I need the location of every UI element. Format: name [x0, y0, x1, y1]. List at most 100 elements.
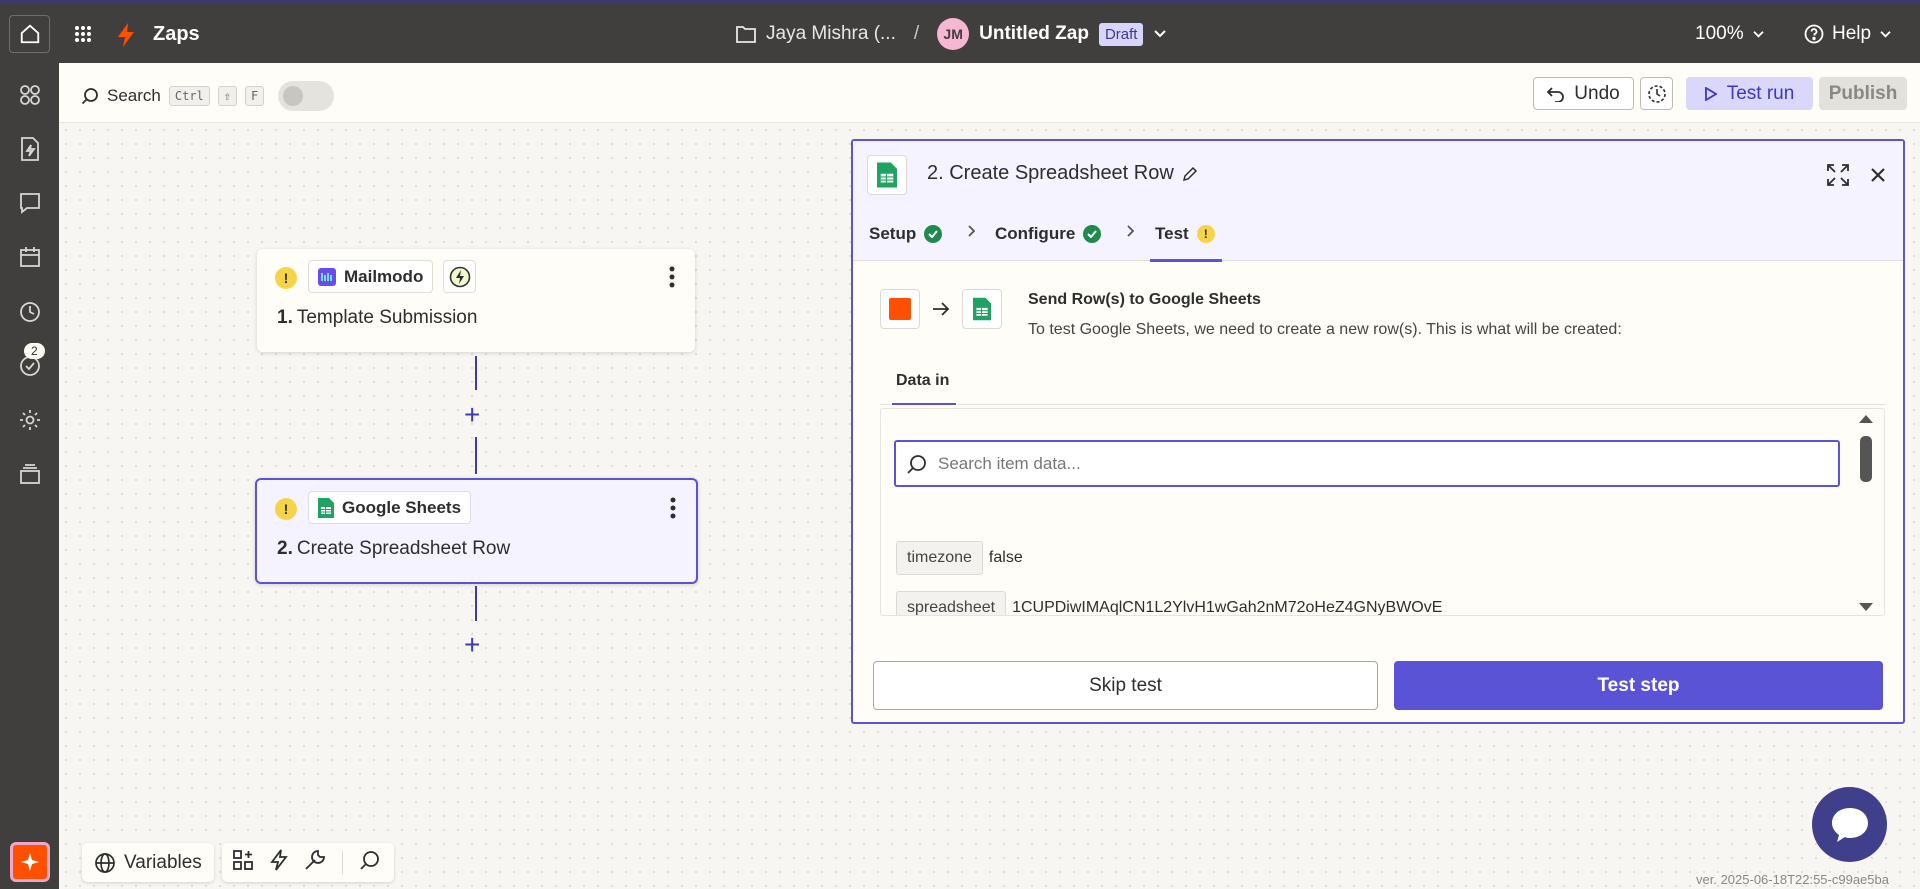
app-chip-mailmodo: Mailmodo — [308, 260, 434, 293]
step-node-action[interactable]: ! Google Sheets 2. Create Spreadsheet Row — [255, 478, 698, 584]
home-icon — [20, 24, 39, 44]
add-app-icon[interactable] — [232, 849, 254, 876]
panel-title[interactable]: 2. Create Spreadsheet Row — [927, 162, 1198, 185]
publish-button[interactable]: Publish — [1819, 77, 1907, 110]
skip-test-button[interactable]: Skip test — [873, 661, 1378, 710]
app-name: Mailmodo — [344, 266, 424, 286]
check-circle-icon — [924, 225, 943, 243]
chevron-right-icon — [1126, 224, 1135, 242]
connector-line — [475, 437, 477, 474]
test-step-button[interactable]: Test step — [1394, 661, 1883, 710]
google-sheets-icon — [962, 289, 1002, 329]
canvas-tools — [222, 843, 394, 882]
expand-icon[interactable] — [1827, 164, 1849, 191]
sparkle-icon — [21, 853, 39, 871]
scroll-up-arrow[interactable] — [1859, 415, 1873, 423]
panel-header: 2. Create Spreadsheet Row — [853, 141, 1903, 209]
list-item: spreadsheet 1CUPDiwIMAqlCN1L2YlvH1wGah2n… — [896, 591, 1443, 616]
zapier-bolt-icon — [116, 23, 136, 52]
stack-icon[interactable] — [16, 460, 44, 488]
avatar[interactable]: JM — [937, 18, 970, 50]
step-title-text: Create Spreadsheet Row — [296, 538, 511, 559]
app-grid-icon[interactable] — [74, 25, 92, 48]
step-title: 1. Template Submission — [277, 307, 477, 329]
check-circle-icon — [1083, 225, 1102, 243]
help-label: Help — [1832, 23, 1872, 44]
divider — [342, 850, 343, 875]
test-run-button[interactable]: Test run — [1686, 77, 1813, 110]
app-name[interactable]: Zaps — [153, 23, 200, 46]
step-editor-panel: 2. Create Spreadsheet Row Setup Configur… — [851, 139, 1905, 724]
help-icon — [1804, 24, 1824, 44]
app-name: Google Sheets — [342, 497, 462, 517]
field-value: 1CUPDiwIMAqlCN1L2YlvH1wGah2nM72oHeZ4GNyB… — [1012, 599, 1443, 616]
tab-label: Test — [1155, 224, 1189, 243]
play-icon — [1704, 86, 1717, 101]
more-options-icon[interactable] — [670, 497, 676, 524]
chevron-down-icon — [1752, 30, 1764, 38]
ai-assistant-button[interactable] — [10, 842, 50, 882]
zap-title[interactable]: Untitled Zap — [979, 23, 1089, 45]
home-button[interactable] — [9, 15, 50, 53]
search-button[interactable]: Search Ctrl ⇧ F — [81, 81, 335, 111]
history-icon[interactable] — [16, 298, 44, 326]
step-node-trigger[interactable]: ! Mailmodo 1. Template Submission — [257, 249, 695, 352]
step-number: 2. — [277, 538, 293, 559]
pencil-icon[interactable] — [1182, 166, 1198, 182]
version-label: ver. 2025-06-18T22:55-c99ae5ba — [1696, 872, 1889, 887]
bolt-icon[interactable] — [270, 849, 288, 876]
scrollbar-thumb[interactable] — [1860, 436, 1872, 482]
folder-name[interactable]: Jaya Mishra (... — [766, 23, 896, 45]
version-history-button[interactable] — [1640, 77, 1673, 110]
step-title: 2. Create Spreadsheet Row — [277, 538, 510, 560]
close-icon[interactable] — [1870, 163, 1886, 189]
search-item-data-input[interactable] — [938, 453, 1798, 474]
mailmodo-logo-icon — [318, 267, 336, 286]
connector-line — [475, 586, 477, 621]
variables-button[interactable]: Variables — [82, 843, 214, 882]
status-badge: Draft — [1098, 22, 1144, 46]
zaps-file-icon[interactable] — [16, 135, 44, 163]
more-options-icon[interactable] — [669, 266, 675, 293]
kbd-shift: ⇧ — [217, 86, 238, 106]
chat-support-button[interactable] — [1812, 787, 1887, 862]
calendar-icon[interactable] — [16, 243, 44, 271]
step-title-text: Template Submission — [296, 307, 478, 328]
tab-data-in[interactable]: Data in — [896, 372, 949, 390]
chat-bubble-icon — [1831, 807, 1868, 842]
tab-label: Setup — [869, 224, 917, 243]
undo-label: Undo — [1574, 82, 1620, 104]
tab-divider — [880, 404, 1885, 405]
data-in-list[interactable]: timezone false spreadsheet 1CUPDiwIMAqlC… — [880, 408, 1885, 616]
undo-button[interactable]: Undo — [1533, 77, 1634, 110]
add-step-button[interactable]: + — [464, 631, 480, 659]
apps-icon[interactable] — [16, 81, 44, 109]
help-menu[interactable]: Help — [1804, 23, 1892, 45]
tab-configure[interactable]: Configure — [995, 224, 1102, 244]
warning-icon: ! — [275, 498, 297, 520]
canvas-toggle[interactable] — [278, 81, 335, 111]
search-icon[interactable] — [359, 849, 381, 876]
field-value: false — [988, 549, 1023, 566]
gear-icon[interactable] — [16, 406, 44, 434]
bolt-circle-icon — [449, 266, 470, 287]
chat-bubble-icon[interactable] — [16, 189, 44, 217]
active-tab-indicator — [892, 403, 956, 405]
flow-summary-icons — [880, 289, 1002, 329]
tab-test[interactable]: Test ! — [1155, 224, 1215, 244]
zoom-select[interactable]: 100% — [1695, 23, 1765, 45]
folder-icon — [736, 26, 756, 43]
chevron-down-icon[interactable] — [1153, 29, 1167, 39]
connector-line — [475, 356, 477, 390]
chevron-down-icon — [1880, 30, 1891, 38]
wrench-icon[interactable] — [304, 849, 326, 876]
test-section-title: Send Row(s) to Google Sheets — [1028, 291, 1261, 308]
add-step-button[interactable]: + — [464, 401, 480, 429]
top-bar: Zaps Jaya Mishra (... / JM Untitled Zap … — [0, 0, 1920, 63]
kbd-ctrl: Ctrl — [168, 86, 210, 106]
tab-setup[interactable]: Setup — [869, 224, 943, 244]
source-app-icon — [880, 289, 920, 329]
step-number: 1. — [277, 307, 293, 328]
search-item-data-field[interactable] — [894, 440, 1840, 487]
scroll-down-arrow[interactable] — [1859, 603, 1873, 611]
